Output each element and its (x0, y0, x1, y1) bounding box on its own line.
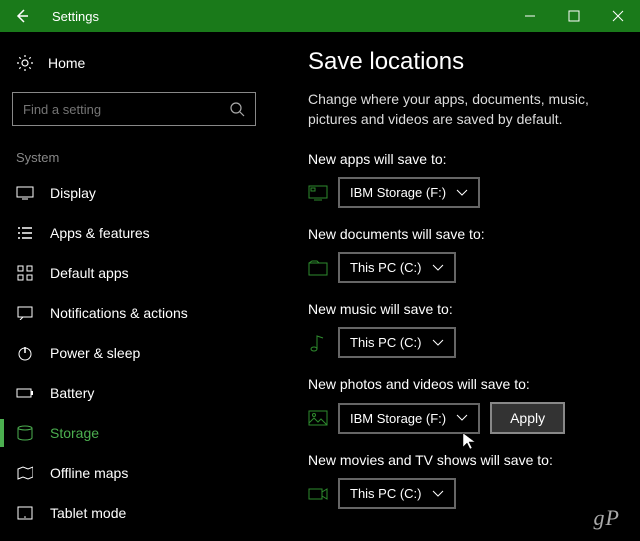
message-icon (16, 306, 34, 320)
sidebar-item-tablet-mode[interactable]: Tablet mode (0, 493, 268, 533)
setting-music: New music will save to: This PC (C:) (308, 301, 620, 358)
maximize-icon (568, 10, 580, 22)
maximize-button[interactable] (552, 0, 596, 32)
sidebar-item-offline-maps[interactable]: Offline maps (0, 453, 268, 493)
setting-movies: New movies and TV shows will save to: Th… (308, 452, 620, 509)
apps-location-dropdown[interactable]: IBM Storage (F:) (338, 177, 480, 208)
nav-label: Apps & features (50, 225, 150, 241)
movies-location-dropdown[interactable]: This PC (C:) (338, 478, 456, 509)
dropdown-value: This PC (C:) (350, 335, 422, 350)
documents-save-icon (308, 260, 328, 276)
dropdown-value: This PC (C:) (350, 260, 422, 275)
close-button[interactable] (596, 0, 640, 32)
sidebar-item-apps[interactable]: Apps & features (0, 213, 268, 253)
photos-save-icon (308, 410, 328, 426)
nav-label: Power & sleep (50, 345, 140, 361)
setting-label: New photos and videos will save to: (308, 376, 620, 392)
battery-icon (16, 387, 34, 399)
sidebar-item-display[interactable]: Display (0, 173, 268, 213)
section-label: System (0, 136, 268, 173)
dropdown-value: IBM Storage (F:) (350, 411, 446, 426)
content-area: Save locations Change where your apps, d… (268, 32, 640, 541)
minimize-icon (524, 10, 536, 22)
tablet-icon (16, 506, 34, 520)
setting-label: New movies and TV shows will save to: (308, 452, 620, 468)
page-description: Change where your apps, documents, music… (308, 90, 620, 129)
nav-label: Battery (50, 385, 94, 401)
movies-save-icon (308, 487, 328, 501)
list-icon (16, 226, 34, 240)
sidebar-item-notifications[interactable]: Notifications & actions (0, 293, 268, 333)
chevron-down-icon (432, 339, 444, 347)
sidebar-home[interactable]: Home (0, 44, 268, 82)
back-button[interactable] (0, 0, 44, 32)
music-location-dropdown[interactable]: This PC (C:) (338, 327, 456, 358)
setting-documents: New documents will save to: This PC (C:) (308, 226, 620, 283)
window-controls (508, 0, 640, 32)
sidebar-item-storage[interactable]: Storage (0, 413, 268, 453)
documents-location-dropdown[interactable]: This PC (C:) (338, 252, 456, 283)
watermark: gP (594, 505, 620, 531)
arrow-left-icon (14, 8, 30, 24)
chevron-down-icon (456, 414, 468, 422)
sidebar-item-power[interactable]: Power & sleep (0, 333, 268, 373)
nav-label: Default apps (50, 265, 129, 281)
minimize-button[interactable] (508, 0, 552, 32)
setting-photos: New photos and videos will save to: IBM … (308, 376, 620, 434)
close-icon (612, 10, 624, 22)
apps-save-icon (308, 185, 328, 201)
search-input[interactable] (23, 102, 229, 117)
setting-label: New documents will save to: (308, 226, 620, 242)
photos-location-dropdown[interactable]: IBM Storage (F:) (338, 403, 480, 434)
titlebar: Settings (0, 0, 640, 32)
setting-apps: New apps will save to: IBM Storage (F:) (308, 151, 620, 208)
apply-button[interactable]: Apply (490, 402, 565, 434)
sidebar-item-battery[interactable]: Battery (0, 373, 268, 413)
monitor-icon (16, 186, 34, 200)
chevron-down-icon (432, 490, 444, 498)
nav-label: Tablet mode (50, 505, 126, 521)
setting-label: New apps will save to: (308, 151, 620, 167)
nav-label: Offline maps (50, 465, 128, 481)
search-icon (229, 101, 245, 117)
nav-label: Display (50, 185, 96, 201)
storage-icon (16, 425, 34, 441)
search-box[interactable] (12, 92, 256, 126)
gear-icon (16, 54, 34, 72)
grid-icon (16, 265, 34, 281)
page-title: Save locations (308, 48, 620, 76)
chevron-down-icon (456, 189, 468, 197)
chevron-down-icon (432, 264, 444, 272)
map-icon (16, 466, 34, 480)
dropdown-value: This PC (C:) (350, 486, 422, 501)
power-icon (16, 345, 34, 361)
nav-label: Storage (50, 425, 99, 441)
nav-label: Notifications & actions (50, 305, 188, 321)
setting-label: New music will save to: (308, 301, 620, 317)
dropdown-value: IBM Storage (F:) (350, 185, 446, 200)
window-title: Settings (44, 9, 99, 24)
music-save-icon (308, 334, 328, 352)
sidebar-item-default-apps[interactable]: Default apps (0, 253, 268, 293)
sidebar-home-label: Home (48, 55, 85, 71)
sidebar: Home System Display Apps & features Defa… (0, 32, 268, 541)
